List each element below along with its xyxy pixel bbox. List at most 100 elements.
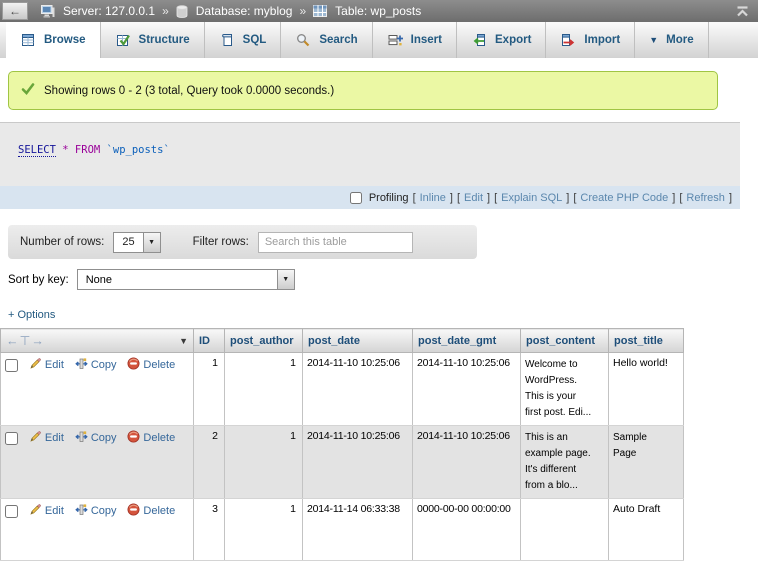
table-header-row: ←⊤→ ▼ ID post_author post_date post_date…: [1, 329, 684, 353]
bracket: ]: [487, 192, 490, 204]
profiling-label: Profiling: [369, 192, 409, 204]
filter-rows-label: Filter rows:: [193, 236, 249, 248]
tab-export[interactable]: Export: [457, 22, 546, 58]
cell-post-content: [521, 499, 609, 561]
bracket: ]: [729, 192, 732, 204]
transpose-arrows-icon[interactable]: ←⊤→: [6, 333, 45, 348]
success-check-icon: [21, 82, 35, 99]
back-button[interactable]: ←: [2, 2, 28, 20]
row-checkbox[interactable]: [5, 359, 18, 372]
export-icon: [471, 32, 487, 48]
tab-label: Structure: [139, 34, 190, 46]
row-actions-cell: Edit Copy Delete: [1, 426, 194, 499]
sql-icon: [219, 32, 235, 48]
bracket: [: [573, 192, 576, 204]
success-message: Showing rows 0 - 2 (3 total, Query took …: [44, 85, 334, 97]
cell-post-date-gmt: 2014-11-10 10:25:06: [413, 353, 521, 426]
cell-post-content: Welcome to WordPress. This is your first…: [521, 353, 609, 426]
column-header-post-author[interactable]: post_author: [225, 329, 303, 353]
create-php-code-link[interactable]: Create PHP Code: [580, 192, 668, 204]
delete-link[interactable]: Delete: [127, 357, 175, 373]
tab-browse[interactable]: Browse: [6, 22, 101, 58]
sort-by-key-label: Sort by key:: [8, 274, 69, 286]
cell-post-date: 2014-11-14 06:33:38: [303, 499, 413, 561]
sql-table-identifier: `wp_posts`: [107, 144, 170, 156]
breadcrumb-database-link[interactable]: Database: myblog: [196, 4, 293, 18]
tab-label: Import: [584, 34, 620, 46]
bracket: ]: [566, 192, 569, 204]
tab-label: SQL: [243, 34, 267, 46]
edit-link[interactable]: Edit: [29, 430, 64, 446]
row-actions-cell: Edit Copy Delete: [1, 353, 194, 426]
copy-icon: [75, 503, 88, 519]
delete-minus-icon: [127, 430, 140, 446]
cell-post-date-gmt: 2014-11-10 10:25:06: [413, 426, 521, 499]
refresh-link[interactable]: Refresh: [686, 192, 725, 204]
select-arrow-icon: ▼: [143, 233, 160, 252]
edit-label: Edit: [45, 505, 64, 517]
cell-id: 2: [194, 426, 225, 499]
breadcrumb-separator: »: [299, 4, 306, 18]
cell-post-date-gmt: 0000-00-00 00:00:00: [413, 499, 521, 561]
collapse-top-panel-icon[interactable]: [735, 5, 750, 18]
table-icon: [313, 5, 327, 17]
copy-link[interactable]: Copy: [75, 430, 117, 446]
inline-link[interactable]: Inline: [420, 192, 446, 204]
cell-post-title: Hello world!: [609, 353, 684, 426]
copy-link[interactable]: Copy: [75, 357, 117, 373]
tab-sql[interactable]: SQL: [205, 22, 282, 58]
edit-link[interactable]: Edit: [29, 503, 64, 519]
insert-icon: [387, 32, 403, 48]
column-header-actions: ←⊤→ ▼: [1, 329, 194, 353]
filter-rows-input[interactable]: [258, 232, 413, 253]
number-of-rows-label: Number of rows:: [20, 236, 104, 248]
sort-caret-icon[interactable]: ▼: [179, 336, 188, 346]
explain-sql-link[interactable]: Explain SQL: [501, 192, 562, 204]
edit-link[interactable]: Edit: [29, 357, 64, 373]
tab-more[interactable]: ▼ More: [635, 22, 708, 58]
column-header-post-date[interactable]: post_date: [303, 329, 413, 353]
tab-label: Browse: [44, 34, 86, 46]
delete-link[interactable]: Delete: [127, 430, 175, 446]
delete-minus-icon: [127, 503, 140, 519]
column-header-post-date-gmt[interactable]: post_date_gmt: [413, 329, 521, 353]
database-icon: [176, 5, 188, 18]
number-of-rows-select[interactable]: 25 ▼: [113, 232, 160, 253]
options-toggle-link[interactable]: + Options: [8, 309, 55, 321]
table-row: Edit Copy Delete 3 1 2014-11-14 06:33:38…: [1, 499, 684, 561]
edit-sql-link[interactable]: Edit: [464, 192, 483, 204]
sort-by-key-select[interactable]: None ▼: [77, 269, 295, 290]
import-icon: [560, 32, 576, 48]
tab-import[interactable]: Import: [546, 22, 635, 58]
results-table: ←⊤→ ▼ ID post_author post_date post_date…: [0, 328, 684, 561]
breadcrumb-table-link[interactable]: Table: wp_posts: [335, 4, 421, 18]
column-header-post-title[interactable]: post_title: [609, 329, 684, 353]
column-header-post-content[interactable]: post_content: [521, 329, 609, 353]
breadcrumb-bar: ← Server: 127.0.0.1 » Database: myblog »…: [0, 0, 758, 22]
row-checkbox[interactable]: [5, 505, 18, 518]
table-row: Edit Copy Delete 1 1 2014-11-10 10:25:06…: [1, 353, 684, 426]
edit-label: Edit: [45, 432, 64, 444]
sql-query-text: SELECT * FROM `wp_posts`: [0, 123, 740, 186]
delete-link[interactable]: Delete: [127, 503, 175, 519]
column-header-id[interactable]: ID: [194, 329, 225, 353]
tab-search[interactable]: Search: [281, 22, 372, 58]
select-value: 25: [114, 236, 142, 248]
tab-structure[interactable]: Structure: [101, 22, 205, 58]
row-checkbox[interactable]: [5, 432, 18, 445]
cell-post-author: 1: [225, 426, 303, 499]
bracket: ]: [450, 192, 453, 204]
cell-post-date: 2014-11-10 10:25:06: [303, 426, 413, 499]
cell-post-author: 1: [225, 353, 303, 426]
sort-row: Sort by key: None ▼: [8, 269, 758, 290]
sql-query-box: SELECT * FROM `wp_posts` Profiling [ Inl…: [0, 122, 740, 209]
sql-keyword-select[interactable]: SELECT: [18, 144, 56, 157]
profiling-checkbox[interactable]: [350, 192, 362, 204]
copy-link[interactable]: Copy: [75, 503, 117, 519]
breadcrumb-server-link[interactable]: Server: 127.0.0.1: [63, 4, 155, 18]
cell-post-date: 2014-11-10 10:25:06: [303, 353, 413, 426]
copy-icon: [75, 430, 88, 446]
search-icon: [295, 32, 311, 48]
tab-insert[interactable]: Insert: [373, 22, 457, 58]
delete-label: Delete: [143, 432, 175, 444]
